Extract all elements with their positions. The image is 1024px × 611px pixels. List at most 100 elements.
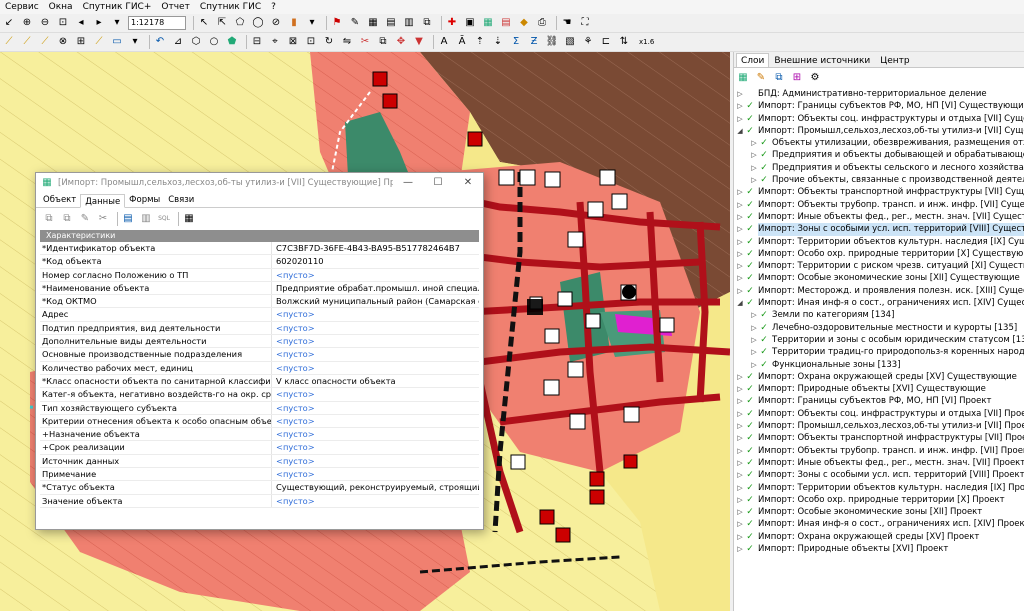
measure-icon[interactable]: ⊘ (269, 16, 283, 30)
chain-icon[interactable]: ⛓ (545, 35, 559, 49)
expand-arrow-icon[interactable]: ▷ (736, 186, 744, 198)
expand-arrow-icon[interactable]: ▷ (736, 383, 744, 395)
xml-export-icon[interactable]: ▤ (499, 16, 513, 30)
marker-icon[interactable] (623, 454, 638, 469)
table-view-icon[interactable]: ▤ (121, 212, 135, 226)
property-row[interactable]: Тип хозяйствующего субъекта <пусто> (40, 401, 479, 415)
expand-arrow-icon[interactable]: ▷ (736, 371, 744, 383)
collapse-arrow-icon[interactable]: ◢ (736, 297, 744, 309)
layer-tree-item[interactable]: ▷ ✓ Импорт: Территории объектов культурн. … (734, 482, 1024, 494)
layer-tree-item[interactable]: ▷ ✓ Импорт: Промышл,сельхоз,лесхоз,об-ты у… (734, 420, 1024, 432)
marker-icon[interactable] (467, 131, 483, 147)
layer-visibility-checkbox[interactable]: ✓ (759, 175, 769, 185)
snap-icon[interactable]: ⌖ (268, 35, 282, 49)
label-icon[interactable]: Ā (455, 35, 469, 49)
expand-arrow-icon[interactable]: ▷ (736, 248, 744, 260)
layer-visibility-checkbox[interactable] (745, 89, 755, 99)
marker-icon[interactable] (599, 169, 616, 186)
arrow-down-icon[interactable]: ⇣ (491, 35, 505, 49)
menu-item[interactable]: Отчет (156, 2, 194, 12)
layer-visibility-checkbox[interactable]: ✓ (759, 310, 769, 320)
polyline-icon[interactable]: ⊿ (171, 35, 185, 49)
symbol-icon[interactable]: ⚘ (581, 35, 595, 49)
expand-arrow-icon[interactable]: ▷ (736, 482, 744, 494)
table-tool-icon[interactable]: ▥ (402, 16, 416, 30)
square-marker-icon[interactable] (527, 299, 543, 315)
layer-tree-item[interactable]: ▷ ✓ Импорт: Природные объекты [XVI] Сущест… (734, 383, 1024, 395)
property-row[interactable]: Катег-я объекта, негативно воздейств-го … (40, 388, 479, 402)
menu-item[interactable]: Спутник ГИС (195, 2, 266, 12)
layer-tree-item[interactable]: ▷ ✓ Импорт: Объекты трубопр. трансп. и инж… (734, 199, 1024, 211)
layer-tree-item[interactable]: ▷ ✓ Импорт: Охрана окружающей среды [XV] С… (734, 371, 1024, 383)
expand-arrow-icon[interactable]: ▷ (750, 162, 758, 174)
layer-visibility-checkbox[interactable]: ✓ (745, 532, 755, 542)
expand-arrow-icon[interactable]: ▷ (736, 445, 744, 457)
add-object-icon[interactable]: ✚ (445, 16, 459, 30)
expand-arrow-icon[interactable]: ▷ (736, 531, 744, 543)
layer-visibility-checkbox[interactable]: ✓ (745, 409, 755, 419)
property-value[interactable]: <пусто> (272, 335, 479, 347)
copy-icon[interactable]: ⧉ (376, 35, 390, 49)
layer-tree-item[interactable]: ▷ ✓ Предприятия и объекты добывающей и обр… (734, 149, 1024, 161)
property-value[interactable]: V класс опасности объекта (272, 375, 479, 387)
layer-visibility-checkbox[interactable]: ✓ (759, 335, 769, 345)
flip-icon[interactable]: ⇅ (617, 35, 631, 49)
expand-arrow-icon[interactable]: ▷ (750, 322, 758, 334)
property-value[interactable]: <пусто> (272, 269, 479, 281)
marker-icon[interactable] (589, 471, 605, 487)
layer-visibility-checkbox[interactable]: ✓ (745, 187, 755, 198)
expand-arrow-icon[interactable]: ▷ (736, 457, 744, 469)
report-icon[interactable]: ▦ (481, 16, 495, 30)
property-row[interactable]: +Срок реализации <пусто> (40, 441, 479, 455)
layer-visibility-checkbox[interactable]: ✓ (745, 249, 755, 259)
menu-item[interactable]: Спутник ГИС+ (78, 2, 157, 12)
expand-arrow-icon[interactable]: ▷ (736, 420, 744, 432)
scale-down-arrow-icon[interactable]: ▾ (110, 16, 124, 30)
layer-visibility-checkbox[interactable]: ✓ (745, 261, 755, 271)
marker-icon[interactable] (519, 169, 536, 186)
select-add-icon[interactable]: ⇱ (215, 16, 229, 30)
zoom-in-icon[interactable]: ⊕ (20, 16, 34, 30)
zoom-next-icon[interactable]: ▸ (92, 16, 106, 30)
layer-tree-item[interactable]: ◢ ✓ Импорт: Иная инф-я о сост., ограничени… (734, 297, 1024, 309)
dropdown-icon[interactable]: ▾ (128, 35, 142, 49)
marker-icon[interactable] (611, 193, 628, 210)
layer-tree-item[interactable]: ▷ ✓ Импорт: Особо охр. природные территори… (734, 248, 1024, 260)
factory-marker-icon[interactable] (498, 169, 515, 186)
marker-icon[interactable] (585, 313, 601, 329)
tab-center[interactable]: Центр (875, 53, 914, 67)
expand-arrow-icon[interactable]: ▷ (736, 469, 744, 481)
layer-visibility-checkbox[interactable]: ✓ (745, 273, 755, 284)
factory-marker-icon[interactable] (567, 231, 584, 248)
layer-tree-item[interactable]: ▷ ✓ Объекты утилизации, обезвреживания, ра… (734, 137, 1024, 149)
marker-icon[interactable] (544, 171, 561, 188)
layer-visibility-checkbox[interactable]: ✓ (745, 507, 755, 517)
layer-tree-item[interactable]: ▷ БПД: Административно-территориальное де… (734, 88, 1024, 100)
zoom-window-icon[interactable]: ⊡ (56, 16, 70, 30)
zoom-prev-icon[interactable]: ◂ (74, 16, 88, 30)
layer-tree-item[interactable]: ▷ ✓ Импорт: Объекты соц. инфраструктуры и … (734, 408, 1024, 420)
marker-icon[interactable] (587, 201, 604, 218)
form-view-icon[interactable]: ▥ (139, 212, 153, 226)
layer-visibility-checkbox[interactable]: ✓ (745, 286, 755, 296)
marker-icon[interactable] (557, 291, 573, 307)
layer-tree-item[interactable]: ◢ ✓ Импорт: Промышл,сельхоз,лесхоз,об-ты у… (734, 125, 1024, 137)
property-value[interactable]: <пусто> (272, 362, 479, 374)
property-row[interactable]: +Назначение объекта <пусто> (40, 428, 479, 442)
expand-arrow-icon[interactable]: ▷ (736, 223, 744, 235)
marker-icon[interactable] (510, 454, 526, 470)
add-layer-icon[interactable]: ▦ (736, 71, 750, 85)
node-add-icon[interactable]: ⟋ (20, 35, 34, 49)
select-polygon-icon[interactable]: ⬠ (233, 16, 247, 30)
close-icon[interactable]: ✕ (453, 177, 483, 188)
property-row[interactable]: *Наименование объекта Предприятие обрабат… (40, 281, 479, 296)
menu-item[interactable]: ? (266, 2, 281, 12)
undo-icon[interactable]: ↶ (153, 35, 167, 49)
layers-color-icon[interactable]: ▮ (287, 16, 301, 30)
expand-arrow-icon[interactable]: ▷ (736, 408, 744, 420)
expand-arrow-icon[interactable]: ▷ (736, 88, 744, 100)
save-icon[interactable]: ▣ (463, 16, 477, 30)
layer-tree-item[interactable]: ▷ ✓ Импорт: Границы субъектов РФ, МО, НП [… (734, 100, 1024, 112)
layer-style-icon[interactable]: ✎ (754, 71, 768, 85)
mirror-icon[interactable]: ⇋ (340, 35, 354, 49)
